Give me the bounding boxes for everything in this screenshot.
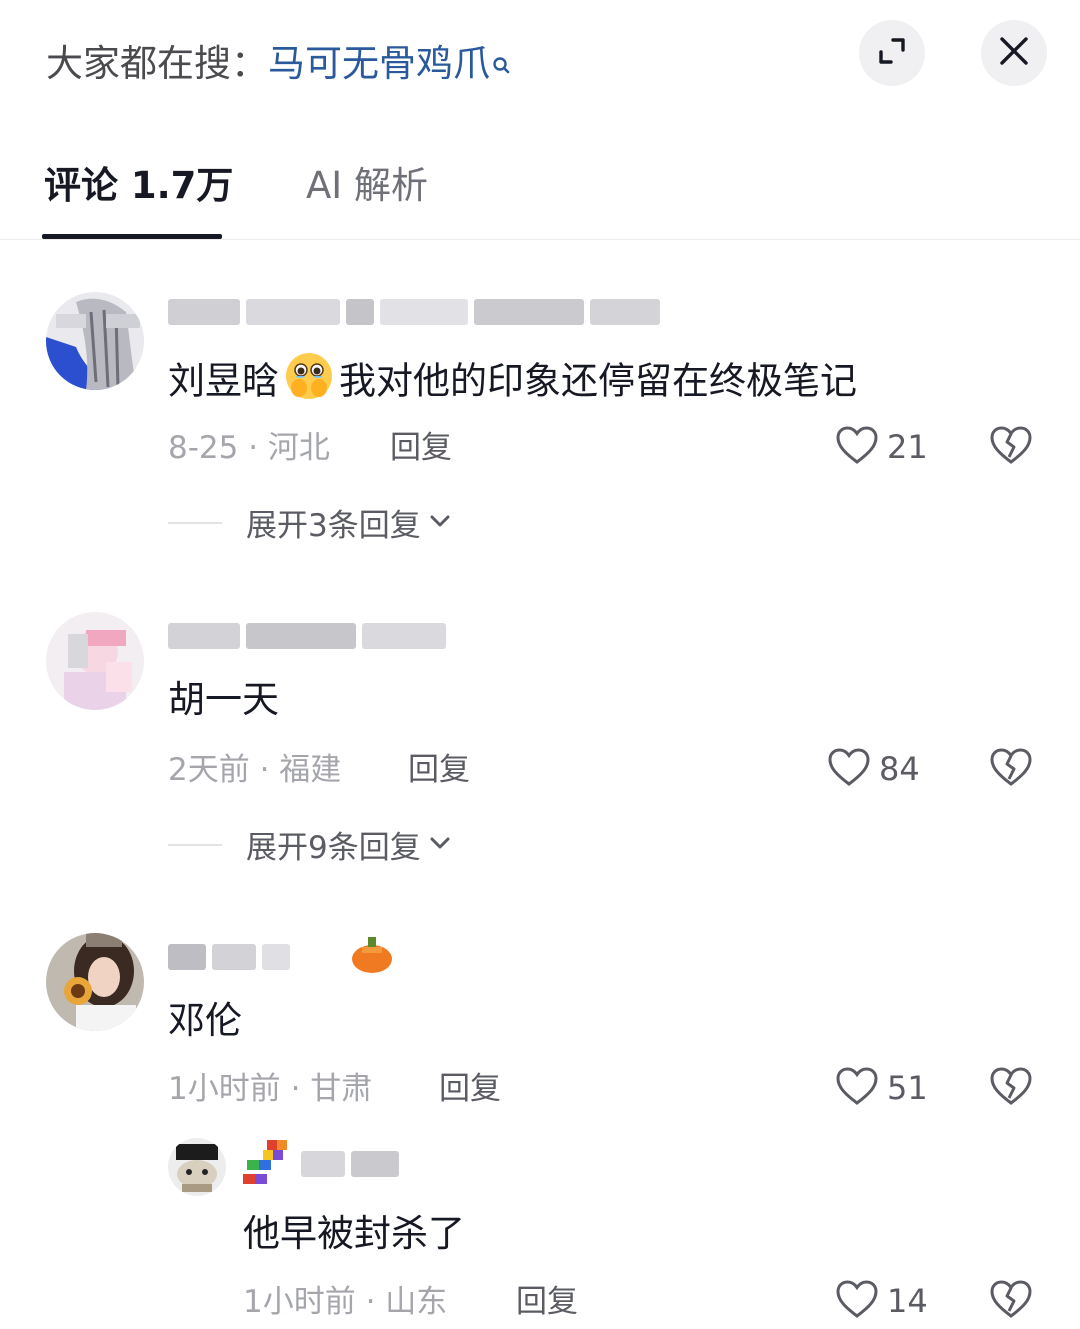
search-icon	[492, 40, 512, 92]
username-blurred[interactable]	[168, 937, 398, 977]
expand-replies[interactable]: 展开9条回复	[168, 822, 451, 867]
username-blurred[interactable]	[168, 616, 446, 656]
dislike-button[interactable]	[987, 1063, 1035, 1113]
like-button[interactable]: 84	[827, 744, 920, 794]
comment-meta: 1小时前 · 甘肃	[168, 1071, 373, 1107]
fullscreen-button[interactable]	[859, 20, 925, 86]
like-button[interactable]: 51	[835, 1063, 928, 1113]
dislike-button[interactable]	[987, 422, 1035, 472]
like-count: 14	[887, 1282, 928, 1320]
heart-icon	[835, 1279, 879, 1323]
search-suggestion-term[interactable]: 马可无骨鸡爪	[268, 42, 490, 85]
expand-replies-label: 展开9条回复	[246, 830, 421, 866]
search-suggestion[interactable]: 大家都在搜：马可无骨鸡爪	[46, 38, 512, 92]
expand-divider	[168, 521, 222, 524]
heart-icon	[835, 425, 879, 469]
comment-text: 刘昱晗 我对他的印象还停留在终极笔记	[168, 350, 857, 416]
like-count: 21	[887, 428, 928, 466]
reply-button[interactable]: 回复	[439, 1067, 501, 1111]
comment-panel-header: 大家都在搜：马可无骨鸡爪	[0, 0, 1080, 120]
comment-meta: 1小时前 · 山东	[243, 1284, 448, 1320]
broken-heart-icon	[989, 1279, 1033, 1323]
username-blurred[interactable]	[243, 1140, 399, 1184]
blurred-name-segment	[474, 299, 584, 325]
blurred-name-segment	[301, 1151, 345, 1177]
comment-text: 他早被封杀了	[243, 1212, 465, 1255]
avatar[interactable]	[46, 612, 144, 710]
avatar[interactable]	[46, 933, 144, 1031]
broken-heart-icon	[989, 747, 1033, 791]
like-count: 84	[879, 750, 920, 788]
holding-back-tears-emoji-icon	[283, 350, 335, 416]
close-button[interactable]	[981, 20, 1047, 86]
expand-divider	[168, 843, 222, 846]
username-blurred[interactable]	[168, 292, 660, 332]
broken-heart-icon	[989, 1066, 1033, 1110]
expand-icon	[875, 34, 909, 72]
chevron-down-icon	[429, 835, 451, 855]
blurred-name-segment	[212, 944, 256, 970]
blurred-name-segment	[168, 299, 240, 325]
comment-meta: 2天前 · 福建	[168, 752, 342, 788]
blurred-name-segment	[346, 299, 374, 325]
blurred-name-segment	[362, 623, 446, 649]
orange-fruit-icon	[346, 933, 398, 981]
blurred-name-segment	[590, 299, 660, 325]
comment-text-part: 我对他的印象还停留在终极笔记	[339, 359, 857, 403]
blurred-name-segment	[246, 299, 340, 325]
chevron-down-icon	[429, 513, 451, 533]
heart-icon	[835, 1066, 879, 1110]
avatar[interactable]	[46, 292, 144, 390]
blurred-name-segment	[380, 299, 468, 325]
blurred-name-segment	[262, 944, 290, 970]
comment-text-part: 刘昱晗	[168, 359, 279, 403]
close-icon	[998, 35, 1030, 71]
heart-icon	[827, 747, 871, 791]
tab-bar: 评论 1.7万 AI 解析	[0, 150, 1080, 240]
comment-text: 邓伦	[168, 999, 242, 1042]
dislike-button[interactable]	[987, 744, 1035, 794]
dislike-button[interactable]	[987, 1276, 1035, 1326]
like-button[interactable]: 21	[835, 422, 928, 472]
broken-heart-icon	[989, 425, 1033, 469]
blurred-name-segment	[351, 1151, 399, 1177]
like-button[interactable]: 14	[835, 1276, 928, 1326]
comment-text: 胡一天	[168, 678, 279, 721]
reply-button[interactable]: 回复	[390, 426, 452, 470]
tab-ai-analysis[interactable]: AI 解析	[306, 162, 428, 210]
blurred-name-segment	[246, 623, 356, 649]
blurred-name-segment	[168, 623, 240, 649]
like-count: 51	[887, 1069, 928, 1107]
comment-meta: 8-25 · 河北	[168, 430, 330, 466]
active-tab-indicator	[42, 234, 222, 239]
reply-button[interactable]: 回复	[408, 748, 470, 792]
blurred-name-segment	[168, 944, 206, 970]
tab-comments[interactable]: 评论 1.7万	[44, 162, 233, 210]
expand-replies-label: 展开3条回复	[246, 508, 421, 544]
search-suggestion-prefix: 大家都在搜：	[46, 42, 268, 85]
avatar[interactable]	[168, 1138, 226, 1196]
expand-replies[interactable]: 展开3条回复	[168, 500, 451, 545]
rainbow-badge-icon	[243, 1138, 295, 1190]
reply-button[interactable]: 回复	[516, 1280, 578, 1324]
